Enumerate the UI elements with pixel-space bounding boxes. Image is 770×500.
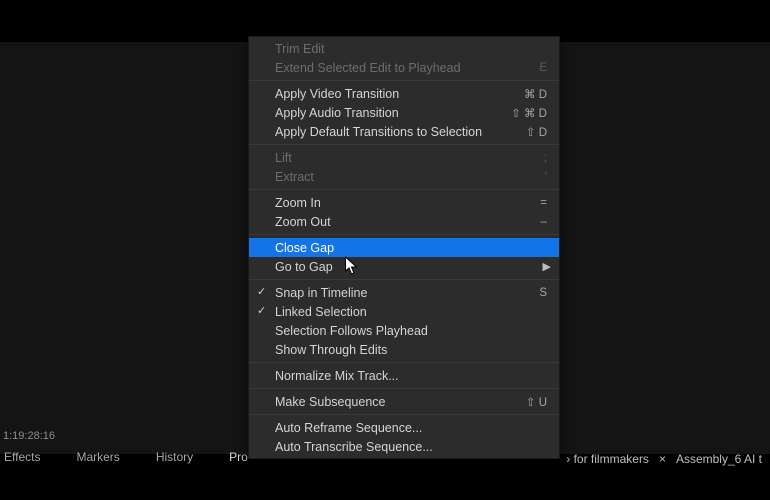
- sequence-tabstrip: › for filmmakers × Assembly_6 AI t: [566, 452, 762, 466]
- timecode-readout: 1:19:28:16: [3, 430, 55, 442]
- menu-label: Make Subsequence: [275, 395, 526, 409]
- menu-shortcut: –: [541, 216, 547, 228]
- menu-zoom-out[interactable]: Zoom Out–: [249, 212, 559, 231]
- menu-label: Apply Video Transition: [275, 87, 524, 101]
- menu-extract: Extract': [249, 167, 559, 186]
- sequence-name[interactable]: Assembly_6 AI t: [676, 452, 762, 466]
- menu-separator: [249, 234, 559, 235]
- menu-separator: [249, 189, 559, 190]
- menu-label: Go to Gap: [275, 260, 547, 274]
- menu-shortcut: ⇧ D: [526, 125, 547, 139]
- menu-normalize-mix-track[interactable]: Normalize Mix Track...: [249, 366, 559, 385]
- menu-extend-to-playhead: Extend Selected Edit to PlayheadE: [249, 58, 559, 77]
- sequence-snippet[interactable]: › for filmmakers: [566, 452, 649, 466]
- menu-shortcut: S: [539, 287, 547, 299]
- tab-history[interactable]: History: [156, 450, 193, 464]
- menu-auto-reframe-sequence[interactable]: Auto Reframe Sequence...: [249, 418, 559, 437]
- menu-label: Apply Audio Transition: [275, 106, 511, 120]
- menu-label: Linked Selection: [275, 305, 547, 319]
- menu-go-to-gap[interactable]: Go to Gap▶: [249, 257, 559, 276]
- menu-label: Auto Transcribe Sequence...: [275, 440, 547, 454]
- menu-shortcut: ;: [544, 152, 547, 164]
- menu-separator: [249, 80, 559, 81]
- menu-label: Show Through Edits: [275, 343, 547, 357]
- menu-shortcut: ': [545, 171, 547, 183]
- menu-label: Apply Default Transitions to Selection: [275, 125, 526, 139]
- menu-apply-audio-transition[interactable]: Apply Audio Transition⇧ ⌘ D: [249, 103, 559, 122]
- menu-label: Selection Follows Playhead: [275, 324, 547, 338]
- letterbox-bottom: [0, 484, 770, 500]
- menu-lift: Lift;: [249, 148, 559, 167]
- menu-shortcut: E: [539, 62, 547, 74]
- menu-label: Extend Selected Edit to Playhead: [275, 61, 539, 75]
- chevron-right-icon: ▶: [543, 260, 551, 273]
- menu-separator: [249, 414, 559, 415]
- sequence-context-menu: Trim Edit Extend Selected Edit to Playhe…: [248, 36, 560, 459]
- menu-shortcut: =: [540, 197, 547, 209]
- menu-show-through-edits[interactable]: Show Through Edits: [249, 340, 559, 359]
- menu-auto-transcribe-sequence[interactable]: Auto Transcribe Sequence...: [249, 437, 559, 456]
- menu-make-subsequence[interactable]: Make Subsequence⇧ U: [249, 392, 559, 411]
- menu-apply-default-transitions[interactable]: Apply Default Transitions to Selection⇧ …: [249, 122, 559, 141]
- menu-snap-in-timeline[interactable]: ✓ Snap in TimelineS: [249, 283, 559, 302]
- tab-effects[interactable]: Effects: [4, 450, 40, 464]
- menu-apply-video-transition[interactable]: Apply Video Transition⌘ D: [249, 84, 559, 103]
- menu-shortcut: ⌘ D: [524, 87, 547, 101]
- menu-separator: [249, 144, 559, 145]
- menu-label: Close Gap: [275, 241, 547, 255]
- menu-label: Zoom In: [275, 196, 540, 210]
- menu-label: Normalize Mix Track...: [275, 369, 547, 383]
- menu-label: Extract: [275, 170, 545, 184]
- tab-project[interactable]: Pro: [229, 450, 248, 464]
- menu-selection-follows-playhead[interactable]: Selection Follows Playhead: [249, 321, 559, 340]
- check-icon: ✓: [257, 285, 266, 298]
- menu-separator: [249, 279, 559, 280]
- menu-shortcut: ⇧ ⌘ D: [511, 106, 547, 120]
- close-icon[interactable]: ×: [659, 452, 666, 466]
- menu-label: Auto Reframe Sequence...: [275, 421, 547, 435]
- menu-trim-edit: Trim Edit: [249, 39, 559, 58]
- menu-linked-selection[interactable]: ✓ Linked Selection: [249, 302, 559, 321]
- menu-shortcut: ⇧ U: [526, 395, 547, 409]
- menu-close-gap[interactable]: Close Gap: [249, 238, 559, 257]
- tab-markers[interactable]: Markers: [76, 450, 119, 464]
- panel-tabs: Effects Markers History Pro: [4, 450, 248, 464]
- menu-separator: [249, 388, 559, 389]
- menu-label: Lift: [275, 151, 544, 165]
- app-root: 1:19:28:16 Effects Markers History Pro ›…: [0, 0, 770, 500]
- menu-label: Zoom Out: [275, 215, 541, 229]
- menu-label: Trim Edit: [275, 42, 547, 56]
- check-icon: ✓: [257, 304, 266, 317]
- menu-separator: [249, 362, 559, 363]
- menu-zoom-in[interactable]: Zoom In=: [249, 193, 559, 212]
- menu-label: Snap in Timeline: [275, 286, 539, 300]
